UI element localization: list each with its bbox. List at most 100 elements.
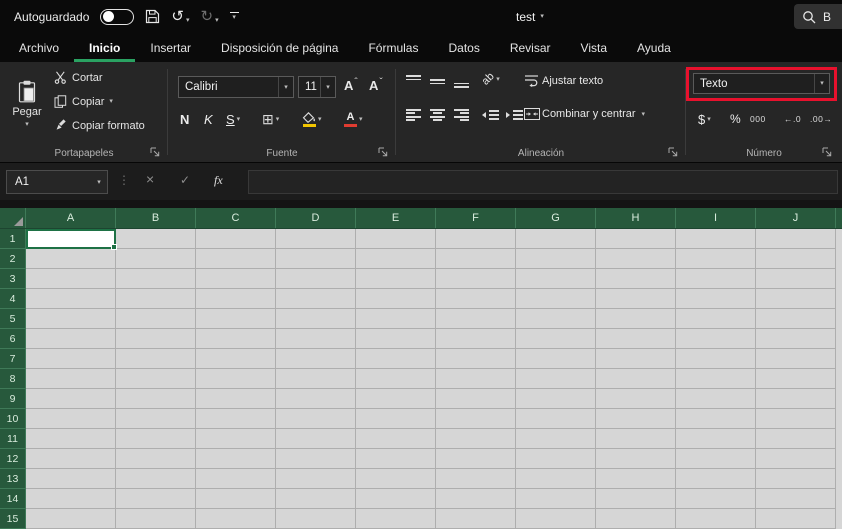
- merge-center-button[interactable]: Combinar y centrar ▾: [524, 108, 645, 120]
- decrease-indent-button[interactable]: [482, 109, 499, 121]
- copy-button[interactable]: Copiar ▾: [54, 95, 113, 108]
- cell-B3[interactable]: [116, 269, 196, 289]
- row-header-9[interactable]: 9: [0, 389, 26, 409]
- align-left-button[interactable]: [406, 109, 421, 121]
- cell-A6[interactable]: [26, 329, 116, 349]
- cell-J3[interactable]: [756, 269, 836, 289]
- cell-H14[interactable]: [596, 489, 676, 509]
- select-all-corner[interactable]: [0, 208, 26, 228]
- cell-B15[interactable]: [116, 509, 196, 529]
- cell-G12[interactable]: [516, 449, 596, 469]
- cell-F10[interactable]: [436, 409, 516, 429]
- cell-I7[interactable]: [676, 349, 756, 369]
- currency-format-button[interactable]: $ ▾: [698, 108, 711, 130]
- cell-H13[interactable]: [596, 469, 676, 489]
- cell-F6[interactable]: [436, 329, 516, 349]
- cell-J9[interactable]: [756, 389, 836, 409]
- row-header-10[interactable]: 10: [0, 409, 26, 429]
- tab-ayuda[interactable]: Ayuda: [622, 33, 686, 62]
- cell-J4[interactable]: [756, 289, 836, 309]
- decrease-font-button[interactable]: A ˇ: [369, 78, 383, 93]
- row-header-3[interactable]: 3: [0, 269, 26, 289]
- cell-E10[interactable]: [356, 409, 436, 429]
- enter-button[interactable]: ✓: [180, 174, 190, 186]
- cell-C4[interactable]: [196, 289, 276, 309]
- cell-F9[interactable]: [436, 389, 516, 409]
- cell-I8[interactable]: [676, 369, 756, 389]
- cell-A4[interactable]: [26, 289, 116, 309]
- cell-J7[interactable]: [756, 349, 836, 369]
- row-header-13[interactable]: 13: [0, 469, 26, 489]
- cell-J13[interactable]: [756, 469, 836, 489]
- tab-insertar[interactable]: Insertar: [135, 33, 206, 62]
- cell-A9[interactable]: [26, 389, 116, 409]
- cell-C13[interactable]: [196, 469, 276, 489]
- cell-D3[interactable]: [276, 269, 356, 289]
- cell-A2[interactable]: [26, 249, 116, 269]
- cell-F7[interactable]: [436, 349, 516, 369]
- cell-G4[interactable]: [516, 289, 596, 309]
- cell-E4[interactable]: [356, 289, 436, 309]
- cell-G7[interactable]: [516, 349, 596, 369]
- fill-color-button[interactable]: ▾: [302, 108, 322, 130]
- decrease-decimal-button[interactable]: .00→: [810, 108, 832, 130]
- cell-E14[interactable]: [356, 489, 436, 509]
- cell-H6[interactable]: [596, 329, 676, 349]
- tab-revisar[interactable]: Revisar: [495, 33, 566, 62]
- cell-C14[interactable]: [196, 489, 276, 509]
- row-header-6[interactable]: 6: [0, 329, 26, 349]
- cell-C5[interactable]: [196, 309, 276, 329]
- row-header-5[interactable]: 5: [0, 309, 26, 329]
- row-header-12[interactable]: 12: [0, 449, 26, 469]
- wrap-text-button[interactable]: Ajustar texto: [524, 74, 603, 87]
- row-header-4[interactable]: 4: [0, 289, 26, 309]
- cell-B9[interactable]: [116, 389, 196, 409]
- column-header-I[interactable]: I: [676, 208, 756, 228]
- cell-J11[interactable]: [756, 429, 836, 449]
- insert-function-button[interactable]: fx: [214, 174, 223, 186]
- cell-J5[interactable]: [756, 309, 836, 329]
- cell-H9[interactable]: [596, 389, 676, 409]
- name-box[interactable]: A1 ▾: [6, 170, 108, 194]
- row-header-8[interactable]: 8: [0, 369, 26, 389]
- cell-F13[interactable]: [436, 469, 516, 489]
- align-bottom-button[interactable]: [454, 75, 469, 88]
- cell-D8[interactable]: [276, 369, 356, 389]
- tab-archivo[interactable]: Archivo: [4, 33, 74, 62]
- cell-J15[interactable]: [756, 509, 836, 529]
- cell-F14[interactable]: [436, 489, 516, 509]
- redo-button[interactable]: ↻ ▾: [201, 9, 219, 24]
- cell-C2[interactable]: [196, 249, 276, 269]
- tab-disposición-de-página[interactable]: Disposición de página: [206, 33, 353, 62]
- font-size-combobox[interactable]: 11 ▾: [298, 76, 336, 98]
- cell-G15[interactable]: [516, 509, 596, 529]
- row-header-1[interactable]: 1: [0, 229, 26, 249]
- cell-A8[interactable]: [26, 369, 116, 389]
- cell-E12[interactable]: [356, 449, 436, 469]
- cell-I1[interactable]: [676, 229, 756, 249]
- cell-D2[interactable]: [276, 249, 356, 269]
- cell-H3[interactable]: [596, 269, 676, 289]
- cell-J10[interactable]: [756, 409, 836, 429]
- column-header-A[interactable]: A: [26, 208, 116, 228]
- cell-I3[interactable]: [676, 269, 756, 289]
- cell-B10[interactable]: [116, 409, 196, 429]
- cell-J12[interactable]: [756, 449, 836, 469]
- cell-H8[interactable]: [596, 369, 676, 389]
- cell-D13[interactable]: [276, 469, 356, 489]
- cell-D14[interactable]: [276, 489, 356, 509]
- tab-datos[interactable]: Datos: [433, 33, 494, 62]
- paste-button[interactable]: Pegar ▾: [4, 67, 50, 140]
- row-header-14[interactable]: 14: [0, 489, 26, 509]
- cell-H1[interactable]: [596, 229, 676, 249]
- cell-A7[interactable]: [26, 349, 116, 369]
- align-right-button[interactable]: [454, 109, 469, 121]
- cell-F8[interactable]: [436, 369, 516, 389]
- format-painter-button[interactable]: Copiar formato: [54, 119, 145, 132]
- column-header-D[interactable]: D: [276, 208, 356, 228]
- cell-H11[interactable]: [596, 429, 676, 449]
- cell-H2[interactable]: [596, 249, 676, 269]
- row-header-15[interactable]: 15: [0, 509, 26, 529]
- cell-I14[interactable]: [676, 489, 756, 509]
- number-format-combobox[interactable]: Texto ▾: [693, 73, 830, 94]
